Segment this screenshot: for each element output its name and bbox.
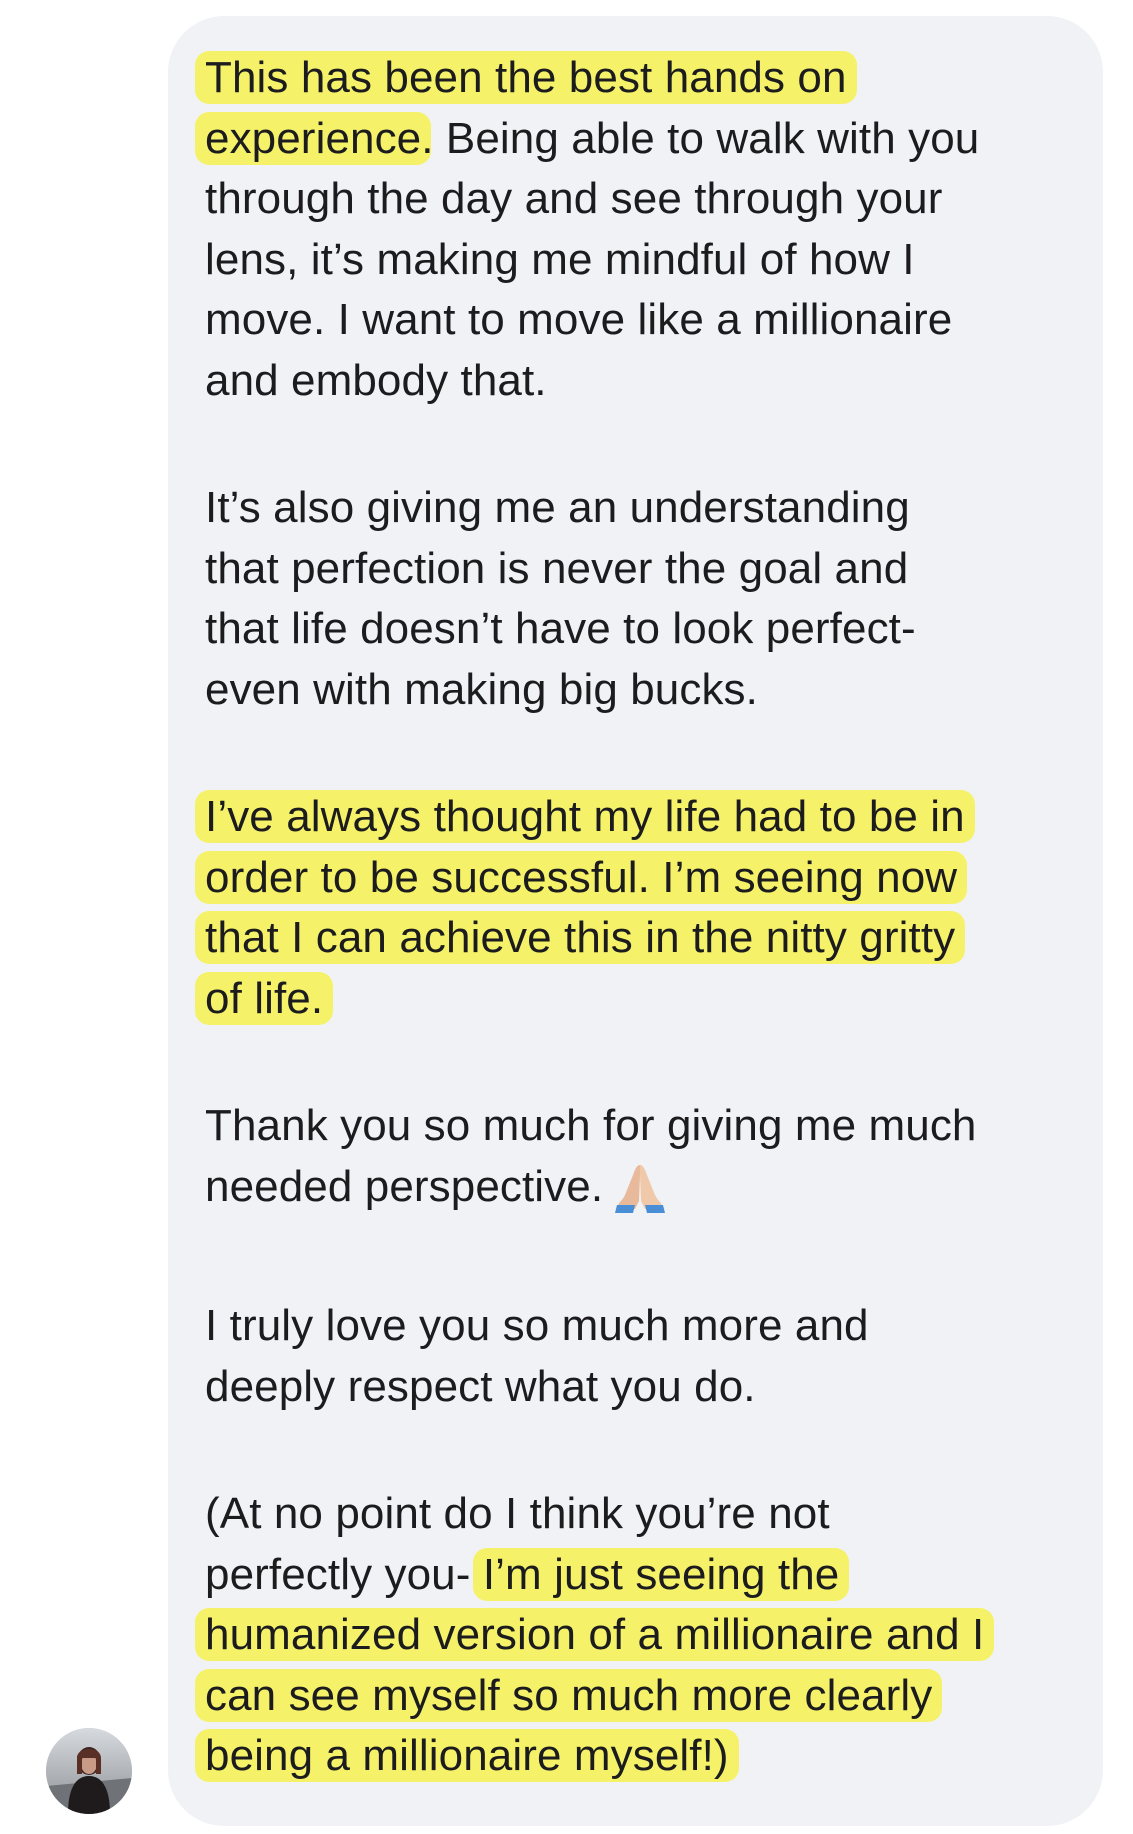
message-line: move. I want to move like a millionaire <box>205 290 1085 351</box>
message-text-segment: Thank you so much for giving me much <box>205 1101 977 1150</box>
highlighted-text: being a millionaire myself!) <box>195 1729 739 1782</box>
message-line: perfectly you- I’m just seeing the <box>205 1545 1085 1606</box>
message-line: order to be successful. I’m seeing now <box>195 848 1085 909</box>
message-paragraph: It’s also giving me an understanding that… <box>205 478 1085 720</box>
highlighted-text: experience <box>195 111 432 165</box>
highlighted-text: of life. <box>195 971 334 1025</box>
message-line: experience. Being able to walk with you <box>195 109 1085 170</box>
message-text-segment: needed perspective. <box>205 1161 604 1211</box>
message-paragraph: This has been the best hands on experienc… <box>195 48 1085 412</box>
message-line: Thank you so much for giving me much <box>205 1096 1085 1157</box>
message-line: It’s also giving me an understanding <box>205 478 1085 539</box>
message-line: can see myself so much more clearly <box>195 1666 1085 1727</box>
message-line: and embody that. <box>205 351 1085 412</box>
message-line: deeply respect what you do. <box>205 1357 1085 1418</box>
message-text-segment: and embody that. <box>205 355 547 405</box>
message-line: I’ve always thought my life had to be in <box>195 787 1085 848</box>
highlighted-text: This has been the best hands on <box>195 51 857 104</box>
user-avatar-photo <box>46 1728 132 1814</box>
message-line: that perfection is never the goal and <box>205 539 1085 600</box>
highlighted-text: that I can achieve this in the nitty gri… <box>195 911 966 964</box>
message-text-segment: lens, it’s making me mindful of how I <box>205 234 915 284</box>
message-text-segment: through the day and see through your <box>205 174 943 223</box>
message-line: lens, it’s making me mindful of how I <box>205 230 1085 291</box>
message-line: I truly love you so much more and <box>205 1296 1085 1357</box>
message-line: even with making big bucks. <box>205 660 1085 721</box>
highlighted-text: humanized version of a millionaire and I <box>195 1608 995 1661</box>
highlighted-text: order to be successful. I’m seeing now <box>195 850 968 904</box>
message-line: that life doesn’t have to look perfect- <box>205 599 1085 660</box>
message-line: needed perspective. <box>205 1157 1085 1230</box>
highlighted-text: I’ve always thought my life had to be in <box>195 790 975 843</box>
message-text-segment: move. I want to move like a millionaire <box>205 295 953 344</box>
message-line: of life. <box>195 969 1085 1030</box>
message-paragraph: I’ve always thought my life had to be in… <box>195 787 1085 1030</box>
message-line: through the day and see through your <box>205 169 1085 230</box>
message-paragraph: I truly love you so much more and deeply … <box>205 1296 1085 1417</box>
message-text: This has been the best hands on experienc… <box>195 48 1085 1787</box>
message-text-segment: deeply respect what you do. <box>205 1361 756 1411</box>
message-text-segment: that life doesn’t have to look perfect- <box>205 604 916 653</box>
message-line: being a millionaire myself!) <box>195 1726 1085 1787</box>
folded-hands-icon <box>613 1161 667 1230</box>
message-line: humanized version of a millionaire and I <box>195 1605 1085 1666</box>
message-text-segment: that perfection is never the goal and <box>205 543 909 593</box>
message-text-segment: even with making big bucks. <box>205 664 758 714</box>
highlighted-text: can see myself so much more clearly <box>195 1668 943 1722</box>
message-line: that I can achieve this in the nitty gri… <box>195 908 1085 969</box>
sender-avatar[interactable] <box>46 1728 132 1814</box>
highlighted-text: I’m just seeing the <box>472 1547 850 1601</box>
message-line: (At no point do I think you’re not <box>205 1484 1085 1545</box>
message-paragraph: Thank you so much for giving me much need… <box>205 1096 1085 1229</box>
message-text-segment: . Being able to walk with you <box>421 113 980 163</box>
message-text-segment: I truly love you so much more and <box>205 1301 869 1350</box>
message-text-segment: perfectly you- <box>205 1549 483 1599</box>
message-text-segment: (At no point do I think you’re not <box>205 1489 830 1538</box>
message-line: This has been the best hands on <box>195 48 1085 109</box>
message-text-segment: It’s also giving me an understanding <box>205 483 910 532</box>
message-paragraph: (At no point do I think you’re not perfec… <box>195 1484 1085 1787</box>
